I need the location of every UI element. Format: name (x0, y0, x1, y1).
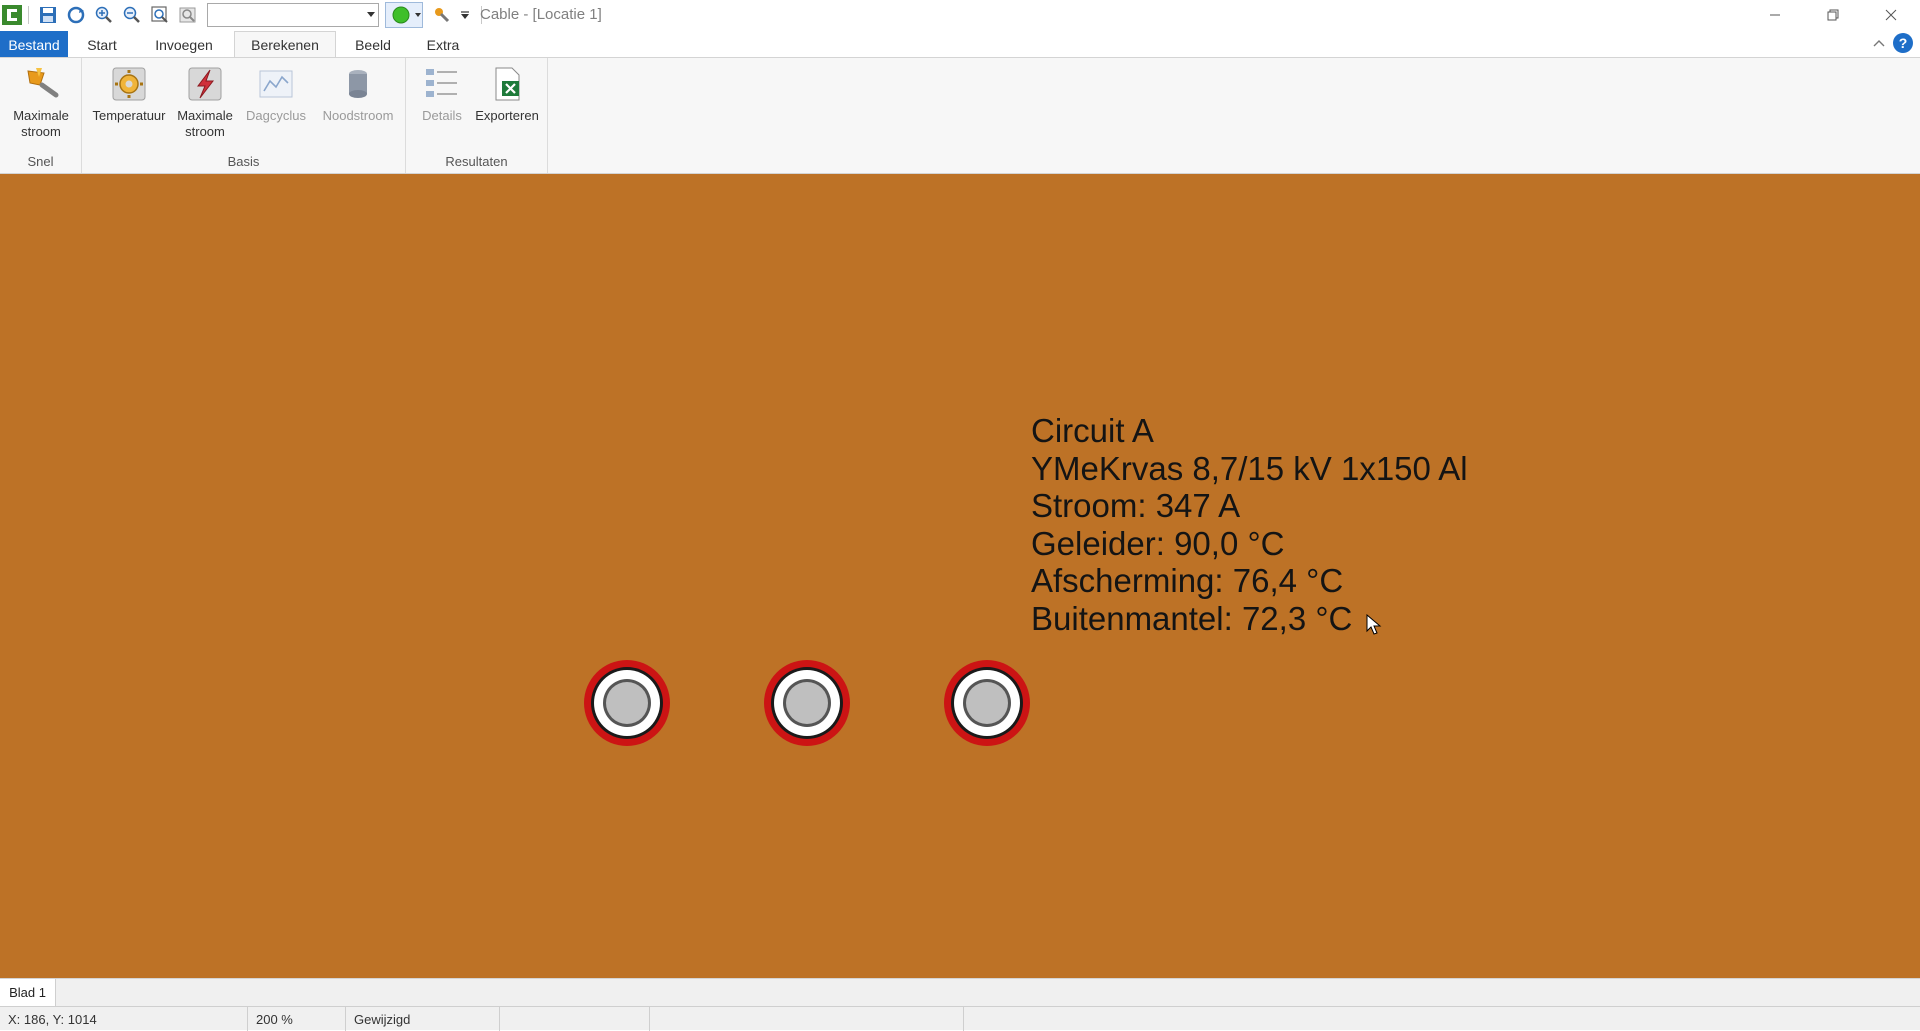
pin-button[interactable] (429, 2, 455, 28)
tab-bestand[interactable]: Bestand (0, 31, 68, 58)
sheath-temperature: Buitenmantel: 72,3 °C (1031, 599, 1353, 637)
restore-button[interactable] (1804, 0, 1862, 29)
zoom-in-icon (95, 6, 112, 23)
ribbon-tabs: Bestand Start Invoegen Berekenen Beeld E… (0, 29, 1920, 58)
tab-berekenen[interactable]: Berekenen (234, 31, 336, 58)
status-zoom: 200 % (248, 1007, 346, 1031)
dagcyclus-button[interactable]: Dagcyclus (238, 64, 314, 124)
zoom-select-icon (179, 7, 196, 22)
list-details-icon (426, 69, 457, 97)
status-bar: X: 186, Y: 1014 200 % Gewijzigd (0, 1006, 1920, 1031)
temperatuur-label: Temperatuur (92, 108, 166, 123)
excel-export-icon (495, 67, 520, 101)
temperatuur-button[interactable]: Temperatuur (86, 64, 172, 124)
group-label-snel: Snel (27, 154, 54, 169)
refresh-button[interactable] (63, 2, 89, 28)
save-button[interactable] (35, 2, 61, 28)
cylinder-icon (349, 70, 367, 98)
pin-icon (435, 7, 450, 22)
group-resultaten: Details Exporteren Resultaten (406, 58, 548, 173)
sheet-tab-blad-1[interactable]: Blad 1 (0, 979, 56, 1006)
maximale-stroom-snel-button[interactable]: Maximale stroom (6, 64, 76, 140)
circuit-name: Circuit A (1031, 412, 1154, 449)
minimize-button[interactable] (1746, 0, 1804, 29)
chevron-down-icon (367, 11, 375, 17)
exporteren-label: Exporteren (475, 108, 539, 123)
cable-type: YMeKrvas 8,7/15 kV 1x150 Al (1031, 449, 1468, 487)
noodstroom-button[interactable]: Noodstroom (310, 64, 406, 124)
sheet-tab-bar: Blad 1 (0, 978, 1920, 1006)
green-status-icon (392, 6, 410, 23)
tab-beeld[interactable]: Beeld (344, 31, 402, 58)
close-icon (1885, 9, 1897, 20)
group-snel: Maximale stroom Snel (0, 58, 82, 173)
window-controls (1746, 0, 1920, 29)
restore-icon (1827, 9, 1839, 20)
pin-lightning-icon (27, 68, 59, 98)
maximale-stroom-snel-label: Maximale stroom (13, 108, 69, 139)
group-label-resultaten: Resultaten (445, 154, 508, 169)
status-coordinates: X: 186, Y: 1014 (0, 1007, 248, 1031)
customize-qat-button[interactable] (457, 2, 473, 28)
tab-start[interactable]: Start (76, 31, 128, 58)
ribbon: Maximale stroom Snel Temperatuur Maximal… (0, 57, 1920, 174)
cable-1[interactable] (582, 658, 672, 748)
maximale-stroom-button[interactable]: Maximale stroom (170, 64, 240, 140)
qat-separator (28, 5, 29, 24)
screen-temperature: Afscherming: 76,4 °C (1031, 562, 1344, 599)
zoom-out-button[interactable] (119, 2, 145, 28)
lightning-icon (188, 67, 222, 101)
cable-3[interactable] (942, 658, 1032, 748)
close-button[interactable] (1862, 0, 1920, 29)
thermometer-gear-icon (112, 67, 146, 101)
noodstroom-label: Noodstroom (322, 108, 394, 123)
help-icon[interactable]: ? (1893, 33, 1913, 53)
tab-invoegen[interactable]: Invoegen (142, 31, 226, 58)
split-arrow-icon (415, 12, 421, 17)
title-bar: Cable - [Locatie 1] (0, 0, 1920, 29)
status-empty-2 (650, 1007, 964, 1031)
status-split-button[interactable] (385, 1, 423, 28)
refresh-icon (67, 6, 85, 23)
status-state: Gewijzigd (346, 1007, 500, 1031)
dagcyclus-label: Dagcyclus (246, 108, 306, 123)
status-empty-1 (500, 1007, 650, 1031)
exporteren-button[interactable]: Exporteren (464, 64, 550, 124)
group-label-basis: Basis (227, 154, 260, 169)
circuit-info: Circuit A YMeKrvas 8,7/15 kV 1x150 Al St… (1031, 412, 1468, 637)
zoom-in-button[interactable] (91, 2, 117, 28)
maximale-stroom-label: Maximale stroom (177, 108, 233, 139)
quick-access-toolbar (0, 0, 488, 29)
chart-line-icon (259, 70, 293, 98)
current-value: Stroom: 347 A (1031, 487, 1241, 524)
details-label: Details (422, 108, 462, 123)
zoom-fit-icon (151, 5, 168, 23)
location-combo[interactable] (207, 2, 379, 27)
customize-arrow-icon (461, 10, 469, 19)
group-basis: Temperatuur Maximale stroom Dagcyclus No… (82, 58, 406, 173)
drawing-canvas[interactable]: Circuit A YMeKrvas 8,7/15 kV 1x150 Al St… (0, 174, 1920, 978)
zoom-fit-button[interactable] (147, 2, 173, 28)
cable-2[interactable] (762, 658, 852, 748)
zoom-out-icon (123, 6, 140, 23)
save-icon (40, 6, 56, 23)
mouse-cursor-icon (1366, 614, 1382, 635)
minimize-icon (1770, 14, 1780, 15)
conductor-temperature: Geleider: 90,0 °C (1031, 524, 1285, 562)
app-logo-icon[interactable] (2, 4, 22, 25)
tab-extra[interactable]: Extra (414, 31, 472, 58)
window-title: Cable - [Locatie 1] (480, 6, 602, 23)
details-button[interactable]: Details (412, 64, 472, 124)
collapse-ribbon-icon[interactable] (1872, 36, 1886, 50)
zoom-select-button[interactable] (175, 2, 201, 28)
